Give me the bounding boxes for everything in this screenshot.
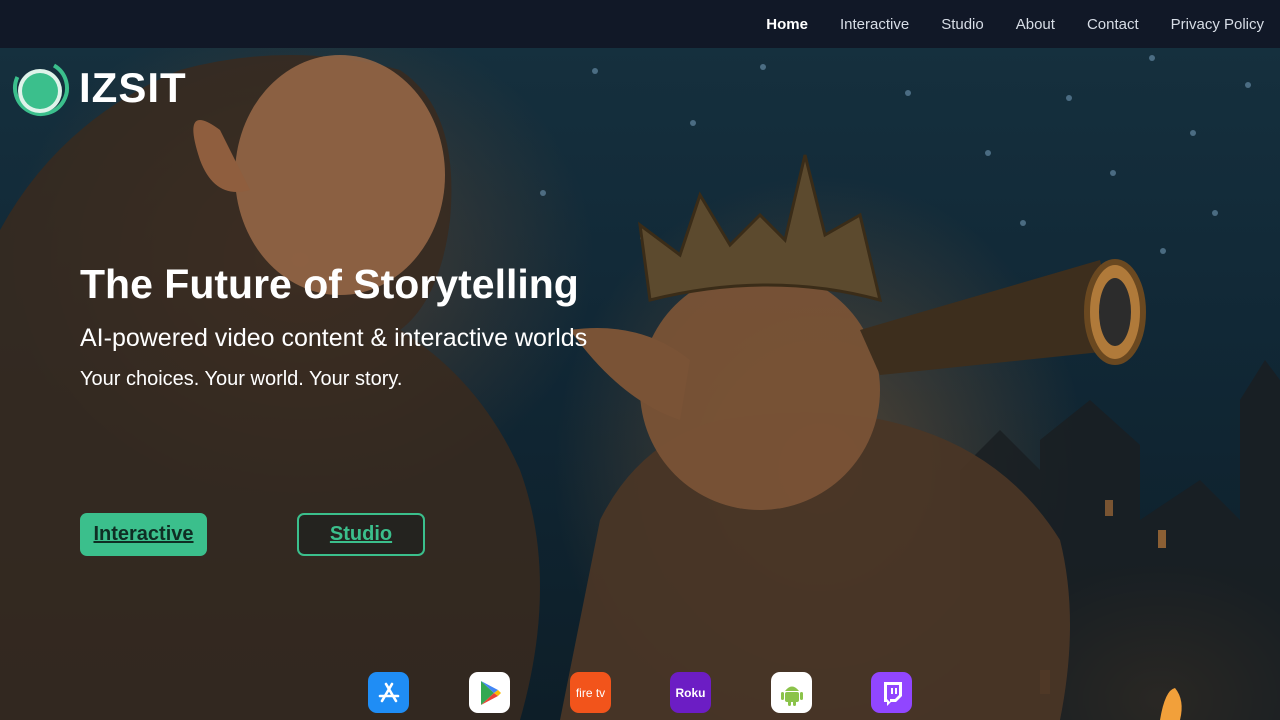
nav-item-contact[interactable]: Contact [1087,16,1139,33]
app-store-icon[interactable] [368,672,409,713]
hero-title: The Future of Storytelling [80,261,579,307]
roku-icon[interactable]: Roku [670,672,711,713]
top-navigation-bar: Home Interactive Studio About Contact Pr… [0,0,1280,48]
hero-content: The Future of Storytelling AI-powered vi… [80,258,640,394]
hero-subtitle: AI-powered video content & interactive w… [80,324,588,352]
nav-item-about[interactable]: About [1016,16,1055,33]
fire-tv-icon[interactable]: fire tv [570,672,611,713]
nav-item-home[interactable]: Home [766,16,808,33]
twitch-glyph-icon [883,681,902,706]
nav-item-interactive[interactable]: Interactive [840,16,909,33]
fire-tv-label: fire tv [575,685,606,700]
nav-item-studio[interactable]: Studio [941,16,984,33]
google-play-icon[interactable] [469,672,510,713]
brand-logo[interactable]: IZSIT [11,58,187,118]
app-store-glyph-icon [378,682,399,702]
interactive-button[interactable]: Interactive [80,513,207,556]
main-nav: Home Interactive Studio About Contact Pr… [734,0,1264,48]
brand-name: IZSIT [79,64,187,111]
android-glyph-icon [780,686,803,706]
nav-item-privacy-policy[interactable]: Privacy Policy [1171,16,1264,33]
twitch-icon[interactable] [871,672,912,713]
google-play-glyph-icon [480,680,501,705]
studio-button[interactable]: Studio [297,513,425,556]
brand-ring-icon [13,60,69,116]
hero-tagline: Your choices. Your world. Your story. [80,368,403,390]
android-icon[interactable] [771,672,812,713]
roku-label: Roku [675,685,706,700]
store-badges: fire tv Roku [0,672,1280,716]
